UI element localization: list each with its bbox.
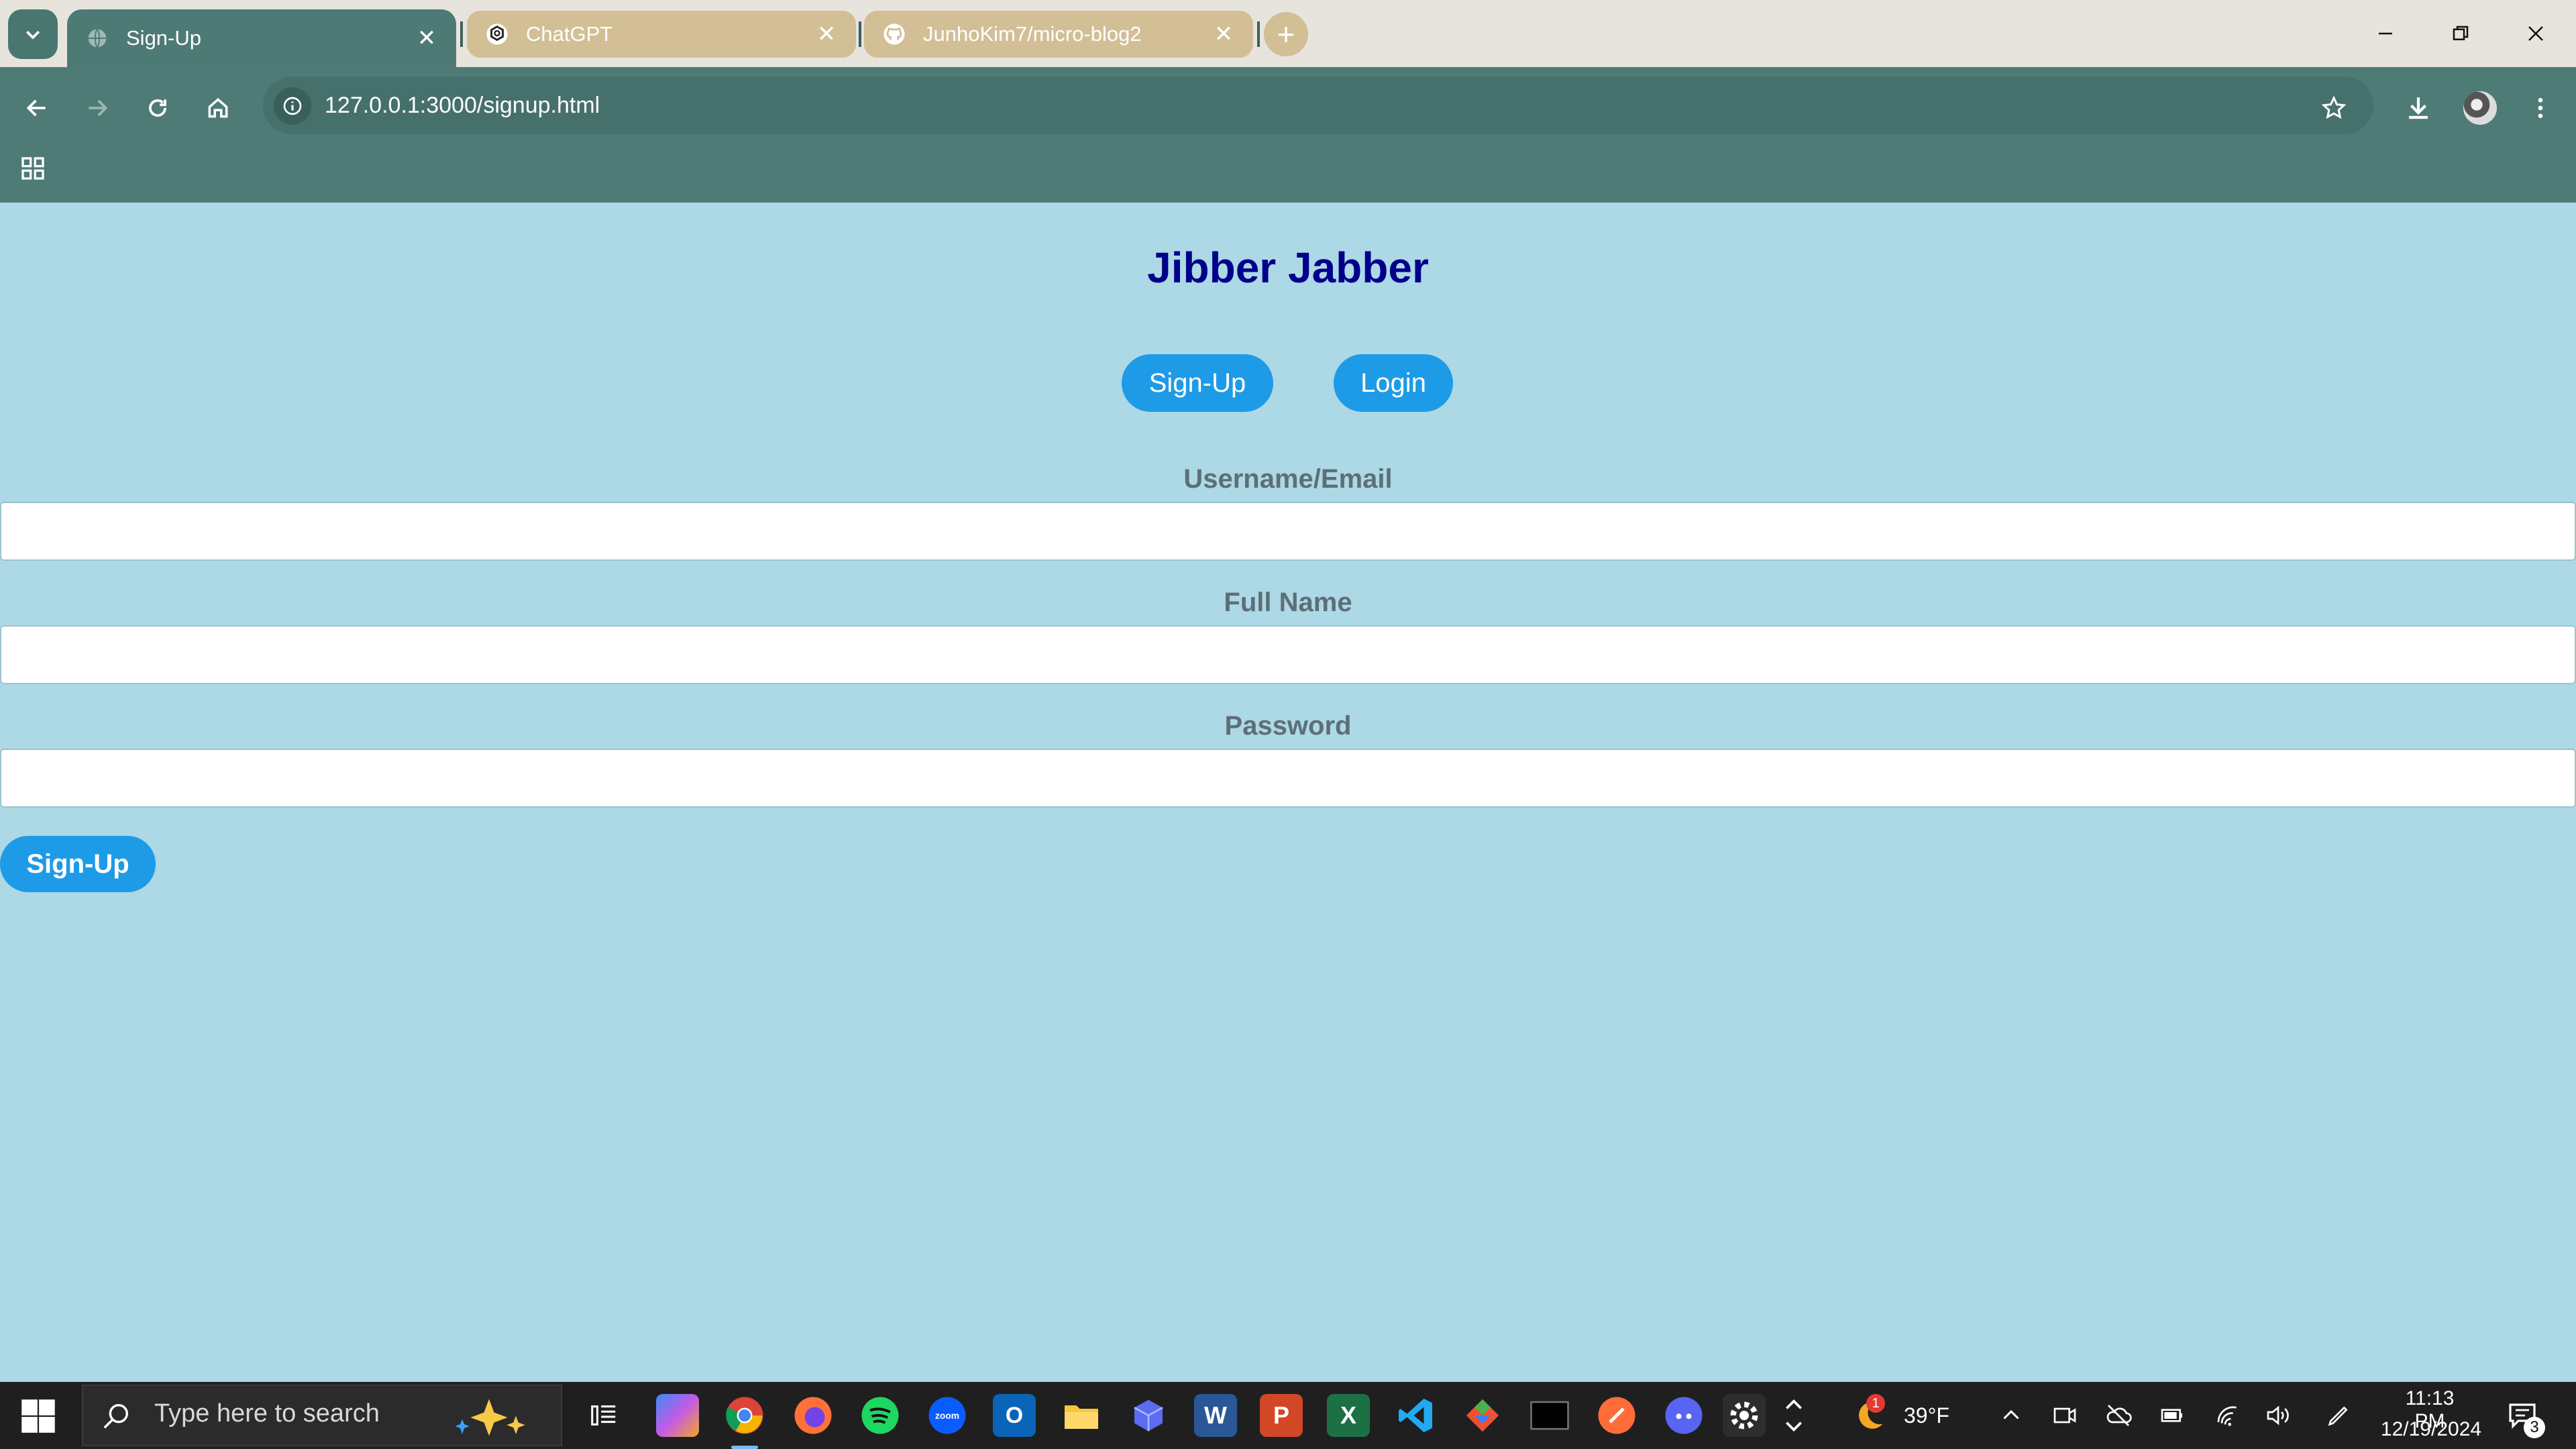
vscode-app-icon[interactable] <box>1394 1394 1437 1437</box>
signup-submit-button[interactable]: Sign-Up <box>0 836 156 892</box>
onedrive-icon[interactable] <box>2097 1394 2140 1437</box>
chevron-up-icon[interactable] <box>1990 1394 2033 1437</box>
pen-icon[interactable] <box>2317 1394 2360 1437</box>
tab-chatgpt[interactable]: ChatGPT ✕ <box>467 11 856 58</box>
excel-app-icon[interactable]: X <box>1327 1394 1370 1437</box>
arrow-left-icon <box>26 99 46 117</box>
svg-text:zoom: zoom <box>935 1411 959 1421</box>
home-icon <box>208 98 228 118</box>
chatgpt-logo-icon <box>486 23 508 46</box>
discord-app-icon[interactable] <box>1662 1394 1705 1437</box>
site-info-icon[interactable] <box>274 87 311 125</box>
spotify-app-icon[interactable] <box>859 1394 902 1437</box>
copilot-sparkle-icon[interactable] <box>439 1395 539 1440</box>
app-cube-icon[interactable] <box>1127 1394 1170 1437</box>
password-input[interactable] <box>0 749 2576 808</box>
clock-date[interactable]: 12/19/2024 <box>2377 1418 2485 1441</box>
postman-app-icon[interactable] <box>1595 1394 1638 1437</box>
close-tab-icon[interactable]: ✕ <box>813 21 840 48</box>
close-window-button[interactable] <box>2498 0 2573 67</box>
profile-button[interactable] <box>2455 83 2505 133</box>
username-input[interactable] <box>0 502 2576 561</box>
nav-login-button[interactable]: Login <box>1334 354 1453 412</box>
close-tab-icon[interactable]: ✕ <box>1210 21 1237 48</box>
copilot-app-icon[interactable] <box>656 1394 699 1437</box>
chevron-down-icon <box>25 30 40 40</box>
settings-app-icon[interactable] <box>1723 1394 1766 1437</box>
tab-divider <box>859 21 861 47</box>
tab-title: ChatGPT <box>526 22 613 46</box>
tab-github[interactable]: JunhoKim7/micro-blog2 ✕ <box>864 11 1253 58</box>
close-icon <box>2528 26 2543 41</box>
minimize-icon <box>2379 32 2392 35</box>
meet-now-icon[interactable] <box>2043 1394 2086 1437</box>
battery-icon[interactable] <box>2151 1394 2194 1437</box>
menu-button[interactable] <box>2516 83 2565 133</box>
globe-icon <box>86 27 109 50</box>
taskbar-scroll-icon[interactable] <box>1778 1394 1810 1437</box>
firefox-app-icon[interactable] <box>792 1394 835 1437</box>
apps-grid-icon <box>21 157 44 180</box>
fullname-input[interactable] <box>0 625 2576 684</box>
downloads-button[interactable] <box>2394 83 2443 133</box>
file-explorer-icon[interactable] <box>1060 1394 1103 1437</box>
wifi-icon[interactable] <box>2207 1394 2250 1437</box>
page-content: Jibber Jabber Sign-Up Login Username/Ema… <box>0 203 2576 1382</box>
home-button[interactable] <box>196 86 240 130</box>
word-app-icon[interactable]: W <box>1194 1394 1237 1437</box>
task-view-icon[interactable] <box>582 1394 625 1437</box>
active-app-indicator <box>731 1446 758 1449</box>
powerpoint-app-icon[interactable]: P <box>1260 1394 1303 1437</box>
bookmark-star-button[interactable] <box>2312 86 2356 130</box>
tab-search-button[interactable] <box>8 9 58 59</box>
arrow-right-icon <box>89 99 108 117</box>
tab-title: JunhoKim7/micro-blog2 <box>923 22 1142 46</box>
github-logo-icon <box>883 23 906 46</box>
star-icon <box>2321 95 2347 119</box>
git-app-icon[interactable] <box>1461 1394 1504 1437</box>
volume-icon[interactable] <box>2257 1394 2300 1437</box>
password-label: Password <box>1224 711 1352 741</box>
page-title: Jibber Jabber <box>1147 244 1429 292</box>
tab-divider <box>460 21 463 47</box>
plus-icon: + <box>1277 17 1295 52</box>
back-button[interactable] <box>15 86 59 130</box>
forward-button[interactable] <box>75 86 119 130</box>
restore-button[interactable] <box>2423 0 2498 67</box>
weather-badge: 1 <box>1866 1394 1885 1413</box>
apps-shortcut-button[interactable] <box>16 152 50 185</box>
taskbar: Type here to search zoom O W P X 1 39°F … <box>0 1382 2576 1449</box>
notification-count-badge: 3 <box>2524 1417 2545 1438</box>
url-text[interactable]: 127.0.0.1:3000/signup.html <box>325 90 600 121</box>
chrome-app-icon[interactable] <box>723 1394 766 1437</box>
zoom-app-icon[interactable]: zoom <box>926 1394 969 1437</box>
terminal-app-icon[interactable] <box>1528 1394 1571 1437</box>
search-icon <box>103 1403 129 1429</box>
outlook-app-icon[interactable]: O <box>993 1394 1036 1437</box>
more-vertical-icon <box>2538 98 2543 118</box>
nav-signup-button[interactable]: Sign-Up <box>1122 354 1273 412</box>
reload-icon <box>149 99 166 117</box>
fullname-label: Full Name <box>1224 588 1352 617</box>
restore-icon <box>2453 25 2469 40</box>
tab-divider <box>1257 21 1260 47</box>
search-placeholder[interactable]: Type here to search <box>154 1399 380 1428</box>
tab-title: Sign-Up <box>126 26 201 50</box>
username-label: Username/Email <box>1183 464 1393 494</box>
new-tab-button[interactable]: + <box>1264 12 1308 56</box>
avatar <box>2463 91 2497 125</box>
windows-start-icon[interactable] <box>20 1398 56 1434</box>
tab-signup[interactable]: Sign-Up ✕ <box>67 9 456 67</box>
minimize-button[interactable] <box>2348 0 2423 67</box>
weather-temperature[interactable]: 39°F <box>1904 1403 1949 1428</box>
reload-button[interactable] <box>136 86 180 130</box>
close-tab-icon[interactable]: ✕ <box>413 25 440 52</box>
tab-strip: Sign-Up ✕ ChatGPT ✕ JunhoKim7/micro-blog… <box>0 0 2576 67</box>
download-icon <box>2409 97 2428 119</box>
